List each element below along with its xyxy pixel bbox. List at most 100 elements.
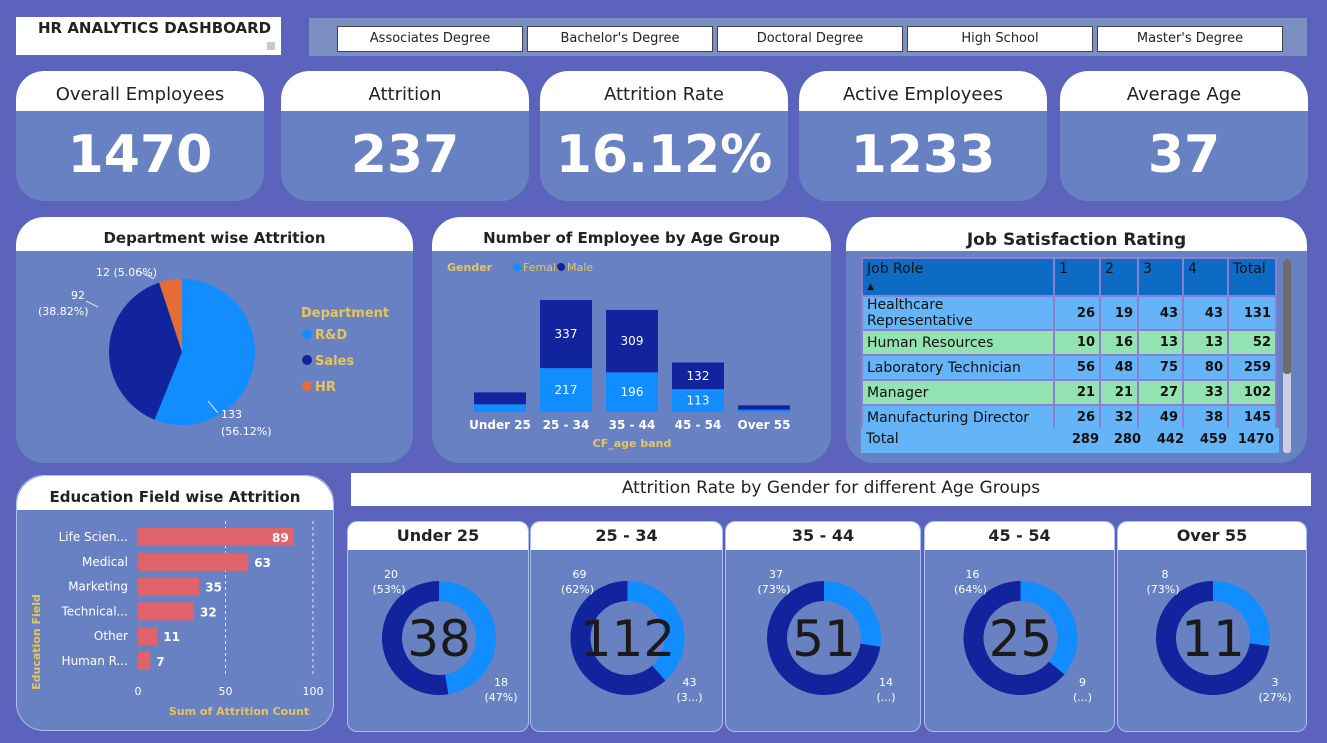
donut-center-total: 38 — [407, 610, 471, 668]
education-attrition-panel: Education Field wise Attrition Education… — [16, 475, 334, 731]
x-tick-label: Under 25 — [469, 418, 531, 432]
gender-donut-card: Under 25 38 20 (53%) 18 (47%) — [347, 521, 529, 732]
donut-label-male-pct: (73%) — [1146, 583, 1179, 596]
legend-item-sales[interactable]: Sales — [315, 354, 354, 369]
legend-dot-rnd — [302, 329, 312, 339]
donut-label-female: 9 — [1079, 676, 1086, 689]
legend-dot-sales — [302, 355, 312, 365]
table-scrollbar-thumb[interactable] — [1283, 259, 1291, 374]
kpi-value: 1233 — [850, 125, 996, 185]
kpi-card-active-employees: Active Employees 1233 — [799, 71, 1047, 201]
total-3: 442 — [1156, 432, 1184, 447]
kpi-value: 237 — [350, 125, 460, 185]
col-header-4[interactable]: 4 — [1182, 257, 1229, 297]
col-header-3[interactable]: 3 — [1137, 257, 1184, 297]
donut-center-total: 25 — [989, 610, 1053, 668]
legend-item-male[interactable]: Male — [567, 261, 593, 274]
legend-item-hr[interactable]: HR — [315, 380, 336, 395]
x-tick-label: 50 — [219, 685, 233, 698]
donut-card-title: 45 - 54 — [925, 522, 1114, 550]
table-cell-value: 19 — [1099, 295, 1139, 331]
bar[interactable] — [138, 528, 294, 546]
x-axis-title: CF_age band — [593, 437, 672, 450]
col-header-job-role[interactable]: Job Role ▲ — [861, 257, 1055, 297]
total-grand: 1470 — [1237, 432, 1274, 447]
kpi-label: Active Employees — [799, 71, 1047, 111]
bar[interactable] — [138, 652, 151, 670]
slicer-option-high-school[interactable]: High School — [907, 26, 1093, 52]
donut-label-male: 20 — [384, 568, 398, 581]
table-row[interactable]: Laboratory Technician 56 48 75 80 259 — [861, 354, 1277, 381]
kpi-card-overall-employees: Overall Employees 1470 — [16, 71, 264, 201]
donut-label-male: 37 — [769, 568, 783, 581]
gender-donut-card: 35 - 44 51 37 (73%) 14 (...) — [725, 521, 921, 732]
table-cell-value: 102 — [1227, 379, 1277, 406]
y-tick-label: Human R... — [62, 654, 128, 668]
sort-asc-icon[interactable]: ▲ — [867, 282, 874, 292]
table-row[interactable]: Healthcare Representative 26 19 43 43 131 — [861, 295, 1277, 331]
bar-value-label: 89 — [272, 531, 289, 545]
donut-center-total: 51 — [792, 610, 856, 668]
total-label: Total — [866, 431, 899, 447]
kpi-card-average-age: Average Age 37 — [1060, 71, 1308, 201]
pie-label-sales: 92 — [71, 289, 85, 302]
bar[interactable] — [138, 627, 158, 646]
bar-male[interactable] — [474, 392, 526, 405]
total-1: 289 — [1071, 432, 1099, 447]
legend-title: Gender — [447, 261, 493, 274]
bar-value-label: 7 — [156, 655, 164, 669]
pie-label-sales-pct: (38.82%) — [38, 305, 89, 318]
col-header-2[interactable]: 2 — [1099, 257, 1139, 297]
bar-label-female: 196 — [621, 385, 644, 399]
bar-female[interactable] — [738, 409, 790, 412]
col-header-1[interactable]: 1 — [1053, 257, 1101, 297]
bar[interactable] — [138, 577, 200, 596]
bar-label-female: 217 — [555, 383, 578, 397]
legend-item-rnd[interactable]: R&D — [315, 328, 347, 343]
dashboard-title-box: HR ANALYTICS DASHBOARD — [16, 17, 281, 55]
donut-label-female: 14 — [879, 676, 893, 689]
bar-male[interactable] — [738, 405, 790, 410]
table-cell-value: 38 — [1182, 404, 1229, 431]
table-cell-role: Manager — [861, 379, 1055, 406]
table-cell-value: 26 — [1053, 404, 1101, 431]
donut-label-female-pct: (27%) — [1258, 691, 1291, 704]
gender-donut-chart: 51 37 (73%) 14 (...) — [757, 568, 895, 704]
slicer-option-associates[interactable]: Associates Degree — [337, 26, 523, 52]
table-cell-value: 32 — [1099, 404, 1139, 431]
donut-center-total: 11 — [1181, 610, 1245, 668]
pie-label-rnd: 133 — [221, 408, 242, 421]
gender-donut-card: 25 - 34 112 69 (62%) 43 (3...) — [530, 521, 723, 732]
legend-dot-hr — [302, 381, 312, 391]
gender-donut-chart: 112 69 (62%) 43 (3...) — [561, 568, 703, 704]
legend-title: Department — [301, 306, 389, 321]
table-row[interactable]: Manager 21 21 27 33 102 — [861, 379, 1277, 406]
slicer-option-doctoral[interactable]: Doctoral Degree — [717, 26, 903, 52]
job-satisfaction-table-viewport[interactable]: Job Role ▲ 1 2 3 4 Total Healthcare Repre… — [861, 257, 1279, 453]
slicer-option-bachelors[interactable]: Bachelor's Degree — [527, 26, 713, 52]
dashboard-title: HR ANALYTICS DASHBOARD — [38, 19, 272, 37]
table-cell-value: 75 — [1137, 354, 1184, 381]
slicer-option-masters[interactable]: Master's Degree — [1097, 26, 1283, 52]
resize-handle-icon[interactable] — [267, 42, 275, 50]
bar-female[interactable] — [474, 404, 526, 412]
table-scrollbar[interactable] — [1283, 259, 1291, 453]
table-cell-value: 27 — [1137, 379, 1184, 406]
table-cell-value: 26 — [1053, 295, 1101, 331]
table-cell-value: 33 — [1182, 379, 1229, 406]
table-row[interactable]: Manufacturing Director 26 32 49 38 145 — [861, 404, 1277, 431]
legend-item-female[interactable]: Female — [523, 261, 563, 274]
job-satisfaction-table: Job Role ▲ 1 2 3 4 Total Healthcare Repre… — [861, 257, 1277, 453]
donut-label-female-pct: (47%) — [484, 691, 517, 704]
table-cell-value: 56 — [1053, 354, 1101, 381]
age-group-bar-chart: Gender Female Male Under 25 217 337 25 - 34… — [447, 261, 790, 450]
x-tick-label: 100 — [303, 685, 324, 698]
table-cell-role: Human Resources — [861, 329, 1055, 356]
bar-value-label: 35 — [205, 581, 222, 595]
table-row[interactable]: Human Resources 10 16 13 13 52 — [861, 329, 1277, 356]
col-header-total[interactable]: Total — [1227, 257, 1277, 297]
bar[interactable] — [138, 602, 194, 621]
donut-label-female-pct: (...) — [876, 691, 895, 704]
table-cell-value: 21 — [1053, 379, 1101, 406]
bar[interactable] — [138, 552, 249, 571]
